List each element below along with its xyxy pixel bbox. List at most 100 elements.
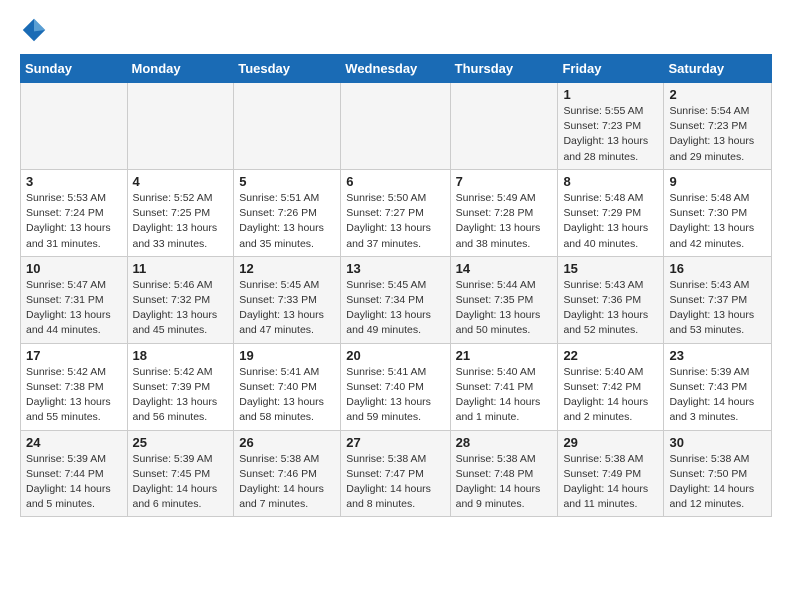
day-info: Sunrise: 5:44 AM Sunset: 7:35 PM Dayligh… bbox=[456, 278, 553, 339]
day-number: 14 bbox=[456, 261, 553, 276]
day-info: Sunrise: 5:51 AM Sunset: 7:26 PM Dayligh… bbox=[239, 191, 335, 252]
calendar-week-2: 3 Sunrise: 5:53 AM Sunset: 7:24 PM Daylig… bbox=[21, 169, 772, 256]
day-info: Sunrise: 5:47 AM Sunset: 7:31 PM Dayligh… bbox=[26, 278, 122, 339]
day-info: Sunrise: 5:52 AM Sunset: 7:25 PM Dayligh… bbox=[133, 191, 229, 252]
day-number: 12 bbox=[239, 261, 335, 276]
calendar-table: SundayMondayTuesdayWednesdayThursdayFrid… bbox=[20, 54, 772, 517]
day-number: 23 bbox=[669, 348, 766, 363]
day-info: Sunrise: 5:49 AM Sunset: 7:28 PM Dayligh… bbox=[456, 191, 553, 252]
calendar-cell: 29 Sunrise: 5:38 AM Sunset: 7:49 PM Dayli… bbox=[558, 430, 664, 517]
col-header-monday: Monday bbox=[127, 55, 234, 83]
calendar-cell: 27 Sunrise: 5:38 AM Sunset: 7:47 PM Dayli… bbox=[341, 430, 450, 517]
col-header-thursday: Thursday bbox=[450, 55, 558, 83]
calendar-cell: 12Sunrise: 5:45 AM Sunset: 7:33 PM Dayli… bbox=[234, 256, 341, 343]
calendar-week-3: 10 Sunrise: 5:47 AM Sunset: 7:31 PM Dayli… bbox=[21, 256, 772, 343]
day-info: Sunrise: 5:50 AM Sunset: 7:27 PM Dayligh… bbox=[346, 191, 444, 252]
calendar-cell: 8 Sunrise: 5:48 AM Sunset: 7:29 PM Daylig… bbox=[558, 169, 664, 256]
day-number: 17 bbox=[26, 348, 122, 363]
day-number: 7 bbox=[456, 174, 553, 189]
calendar-cell: 3 Sunrise: 5:53 AM Sunset: 7:24 PM Daylig… bbox=[21, 169, 128, 256]
calendar-cell: 16 Sunrise: 5:43 AM Sunset: 7:37 PM Dayli… bbox=[664, 256, 772, 343]
page-header bbox=[20, 16, 772, 44]
day-number: 20 bbox=[346, 348, 444, 363]
day-number: 5 bbox=[239, 174, 335, 189]
calendar-cell bbox=[127, 83, 234, 170]
day-info: Sunrise: 5:39 AM Sunset: 7:43 PM Dayligh… bbox=[669, 365, 766, 426]
col-header-friday: Friday bbox=[558, 55, 664, 83]
day-info: Sunrise: 5:41 AM Sunset: 7:40 PM Dayligh… bbox=[239, 365, 335, 426]
day-info: Sunrise: 5:39 AM Sunset: 7:44 PM Dayligh… bbox=[26, 452, 122, 513]
day-info: Sunrise: 5:46 AM Sunset: 7:32 PM Dayligh… bbox=[133, 278, 229, 339]
calendar-week-1: 1 Sunrise: 5:55 AM Sunset: 7:23 PM Daylig… bbox=[21, 83, 772, 170]
day-info: Sunrise: 5:38 AM Sunset: 7:49 PM Dayligh… bbox=[563, 452, 658, 513]
day-number: 10 bbox=[26, 261, 122, 276]
day-number: 1 bbox=[563, 87, 658, 102]
day-number: 6 bbox=[346, 174, 444, 189]
calendar-cell: 13 Sunrise: 5:45 AM Sunset: 7:34 PM Dayli… bbox=[341, 256, 450, 343]
day-number: 16 bbox=[669, 261, 766, 276]
calendar-week-4: 17 Sunrise: 5:42 AM Sunset: 7:38 PM Dayli… bbox=[21, 343, 772, 430]
day-number: 27 bbox=[346, 435, 444, 450]
day-info: Sunrise: 5:43 AM Sunset: 7:37 PM Dayligh… bbox=[669, 278, 766, 339]
calendar-cell: 2Sunrise: 5:54 AM Sunset: 7:23 PM Daylig… bbox=[664, 83, 772, 170]
day-number: 15 bbox=[563, 261, 658, 276]
day-number: 4 bbox=[133, 174, 229, 189]
calendar-cell: 22 Sunrise: 5:40 AM Sunset: 7:42 PM Dayli… bbox=[558, 343, 664, 430]
calendar-cell: 7 Sunrise: 5:49 AM Sunset: 7:28 PM Daylig… bbox=[450, 169, 558, 256]
calendar-cell: 9 Sunrise: 5:48 AM Sunset: 7:30 PM Daylig… bbox=[664, 169, 772, 256]
calendar-cell bbox=[341, 83, 450, 170]
calendar-cell: 23 Sunrise: 5:39 AM Sunset: 7:43 PM Dayli… bbox=[664, 343, 772, 430]
calendar-cell: 11Sunrise: 5:46 AM Sunset: 7:32 PM Dayli… bbox=[127, 256, 234, 343]
calendar-cell: 4 Sunrise: 5:52 AM Sunset: 7:25 PM Daylig… bbox=[127, 169, 234, 256]
calendar-cell: 26 Sunrise: 5:38 AM Sunset: 7:46 PM Dayli… bbox=[234, 430, 341, 517]
day-info: Sunrise: 5:38 AM Sunset: 7:46 PM Dayligh… bbox=[239, 452, 335, 513]
calendar-cell: 20 Sunrise: 5:41 AM Sunset: 7:40 PM Dayli… bbox=[341, 343, 450, 430]
calendar-cell: 28 Sunrise: 5:38 AM Sunset: 7:48 PM Dayli… bbox=[450, 430, 558, 517]
day-number: 24 bbox=[26, 435, 122, 450]
col-header-sunday: Sunday bbox=[21, 55, 128, 83]
calendar-cell: 5 Sunrise: 5:51 AM Sunset: 7:26 PM Daylig… bbox=[234, 169, 341, 256]
logo bbox=[20, 16, 52, 44]
day-info: Sunrise: 5:48 AM Sunset: 7:30 PM Dayligh… bbox=[669, 191, 766, 252]
calendar-cell: 17 Sunrise: 5:42 AM Sunset: 7:38 PM Dayli… bbox=[21, 343, 128, 430]
calendar-cell bbox=[234, 83, 341, 170]
day-number: 30 bbox=[669, 435, 766, 450]
calendar-cell: 14 Sunrise: 5:44 AM Sunset: 7:35 PM Dayli… bbox=[450, 256, 558, 343]
day-info: Sunrise: 5:53 AM Sunset: 7:24 PM Dayligh… bbox=[26, 191, 122, 252]
day-info: Sunrise: 5:42 AM Sunset: 7:39 PM Dayligh… bbox=[133, 365, 229, 426]
day-number: 18 bbox=[133, 348, 229, 363]
day-number: 9 bbox=[669, 174, 766, 189]
logo-icon bbox=[20, 16, 48, 44]
day-info: Sunrise: 5:42 AM Sunset: 7:38 PM Dayligh… bbox=[26, 365, 122, 426]
calendar-cell: 18 Sunrise: 5:42 AM Sunset: 7:39 PM Dayli… bbox=[127, 343, 234, 430]
day-number: 8 bbox=[563, 174, 658, 189]
day-info: Sunrise: 5:38 AM Sunset: 7:48 PM Dayligh… bbox=[456, 452, 553, 513]
day-info: Sunrise: 5:40 AM Sunset: 7:42 PM Dayligh… bbox=[563, 365, 658, 426]
day-info: Sunrise: 5:55 AM Sunset: 7:23 PM Dayligh… bbox=[563, 104, 658, 165]
calendar-cell: 10 Sunrise: 5:47 AM Sunset: 7:31 PM Dayli… bbox=[21, 256, 128, 343]
day-number: 3 bbox=[26, 174, 122, 189]
day-number: 29 bbox=[563, 435, 658, 450]
calendar-cell bbox=[450, 83, 558, 170]
calendar-cell: 24 Sunrise: 5:39 AM Sunset: 7:44 PM Dayli… bbox=[21, 430, 128, 517]
col-header-tuesday: Tuesday bbox=[234, 55, 341, 83]
day-info: Sunrise: 5:45 AM Sunset: 7:34 PM Dayligh… bbox=[346, 278, 444, 339]
day-number: 25 bbox=[133, 435, 229, 450]
day-info: Sunrise: 5:48 AM Sunset: 7:29 PM Dayligh… bbox=[563, 191, 658, 252]
day-number: 26 bbox=[239, 435, 335, 450]
day-info: Sunrise: 5:38 AM Sunset: 7:50 PM Dayligh… bbox=[669, 452, 766, 513]
day-number: 19 bbox=[239, 348, 335, 363]
day-info: Sunrise: 5:38 AM Sunset: 7:47 PM Dayligh… bbox=[346, 452, 444, 513]
day-number: 2 bbox=[669, 87, 766, 102]
calendar-cell: 19 Sunrise: 5:41 AM Sunset: 7:40 PM Dayli… bbox=[234, 343, 341, 430]
day-number: 28 bbox=[456, 435, 553, 450]
calendar-cell: 25 Sunrise: 5:39 AM Sunset: 7:45 PM Dayli… bbox=[127, 430, 234, 517]
day-number: 13 bbox=[346, 261, 444, 276]
day-info: Sunrise: 5:41 AM Sunset: 7:40 PM Dayligh… bbox=[346, 365, 444, 426]
calendar-cell: 1 Sunrise: 5:55 AM Sunset: 7:23 PM Daylig… bbox=[558, 83, 664, 170]
calendar-cell: 30 Sunrise: 5:38 AM Sunset: 7:50 PM Dayli… bbox=[664, 430, 772, 517]
day-number: 21 bbox=[456, 348, 553, 363]
day-number: 22 bbox=[563, 348, 658, 363]
day-info: Sunrise: 5:39 AM Sunset: 7:45 PM Dayligh… bbox=[133, 452, 229, 513]
day-info: Sunrise: 5:43 AM Sunset: 7:36 PM Dayligh… bbox=[563, 278, 658, 339]
